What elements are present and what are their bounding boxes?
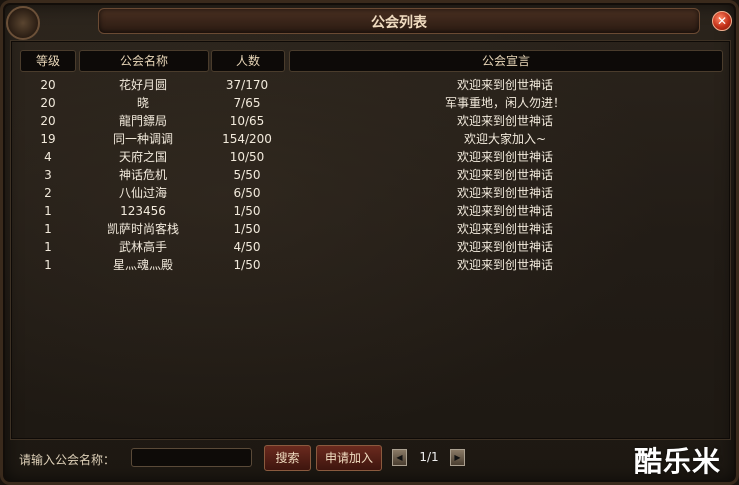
guild-level: 3 xyxy=(44,168,52,182)
guild-declaration: 欢迎大家加入~ xyxy=(463,132,547,146)
guild-declaration: 欢迎来到创世神话 xyxy=(456,222,553,236)
close-icon[interactable]: ✕ xyxy=(712,11,732,31)
search-label: 请输入公会名称： xyxy=(19,453,116,467)
guild-name: 星灬魂灬殿 xyxy=(112,258,173,272)
next-page-icon[interactable]: ▶ xyxy=(450,449,465,466)
guild-name: 武林高手 xyxy=(118,240,167,254)
table-row[interactable]: 20 花好月圆 37/170 欢迎来到创世神话 xyxy=(0,76,739,94)
table-row[interactable]: 2 八仙过海 6/50 欢迎来到创世神话 xyxy=(0,184,739,202)
guild-level: 1 xyxy=(44,240,52,254)
guild-members: 154/200 xyxy=(222,132,272,146)
guild-name: 晓 xyxy=(136,96,149,110)
guild-declaration: 欢迎来到创世神话 xyxy=(456,258,553,272)
guild-declaration: 欢迎来到创世神话 xyxy=(456,186,553,200)
table-row[interactable]: 20 晓 7/65 军事重地，闲人勿进！ xyxy=(0,94,739,112)
guild-level: 20 xyxy=(40,114,56,128)
corner-ornament-left xyxy=(6,6,40,40)
guild-name: 神话危机 xyxy=(118,168,167,182)
guild-members: 4/50 xyxy=(233,240,261,254)
guild-name: 123456 xyxy=(120,204,166,218)
header-members[interactable]: 人数 xyxy=(211,50,285,72)
guild-declaration: 欢迎来到创世神话 xyxy=(456,204,553,218)
guild-members: 1/50 xyxy=(233,204,261,218)
guild-level: 2 xyxy=(44,186,52,200)
guild-members: 6/50 xyxy=(233,186,261,200)
guild-level: 1 xyxy=(44,222,52,236)
guild-level: 19 xyxy=(40,132,56,146)
guild-members: 7/65 xyxy=(233,96,261,110)
apply-join-button[interactable]: 申请加入 xyxy=(316,445,382,471)
guild-level: 20 xyxy=(40,78,56,92)
header-guild-name[interactable]: 公会名称 xyxy=(79,50,209,72)
guild-members: 10/65 xyxy=(229,114,265,128)
window-title: 公会列表 xyxy=(371,15,427,31)
table-row[interactable]: 19 同一种调调 154/200 欢迎大家加入~ xyxy=(0,130,739,148)
page-indicator: 1/1 xyxy=(419,450,439,464)
guild-members: 1/50 xyxy=(233,258,261,272)
guild-name: 八仙过海 xyxy=(118,186,167,200)
guild-members: 10/50 xyxy=(229,150,265,164)
table-row[interactable]: 1 123456 1/50 欢迎来到创世神话 xyxy=(0,202,739,220)
guild-declaration: 欢迎来到创世神话 xyxy=(456,240,553,254)
guild-level: 4 xyxy=(44,150,52,164)
guild-level: 20 xyxy=(40,96,56,110)
table-row[interactable]: 4 天府之国 10/50 欢迎来到创世神话 xyxy=(0,148,739,166)
title-bar: 公会列表 xyxy=(98,8,700,34)
table-row[interactable]: 1 星灬魂灬殿 1/50 欢迎来到创世神话 xyxy=(0,256,739,274)
guild-declaration: 欢迎来到创世神话 xyxy=(456,150,553,164)
table-row[interactable]: 20 龍門鏢局 10/65 欢迎来到创世神话 xyxy=(0,112,739,130)
prev-page-icon[interactable]: ◀ xyxy=(392,449,407,466)
guild-declaration: 欢迎来到创世神话 xyxy=(456,78,553,92)
guild-name: 凯萨时尚客栈 xyxy=(106,222,179,236)
table-row[interactable]: 1 凯萨时尚客栈 1/50 欢迎来到创世神话 xyxy=(0,220,739,238)
guild-name: 花好月圆 xyxy=(118,78,167,92)
guild-declaration: 欢迎来到创世神话 xyxy=(456,168,553,182)
guild-name: 天府之国 xyxy=(118,150,167,164)
guild-declaration: 军事重地，闲人勿进！ xyxy=(444,96,565,110)
guild-name: 同一种调调 xyxy=(112,132,173,146)
guild-declaration: 欢迎来到创世神话 xyxy=(456,114,553,128)
table-row[interactable]: 3 神话危机 5/50 欢迎来到创世神话 xyxy=(0,166,739,184)
guild-members: 5/50 xyxy=(233,168,261,182)
table-row[interactable]: 1 武林高手 4/50 欢迎来到创世神话 xyxy=(0,238,739,256)
header-declaration[interactable]: 公会宣言 xyxy=(289,50,723,72)
guild-members: 37/170 xyxy=(225,78,269,92)
header-level[interactable]: 等级 xyxy=(20,50,76,72)
guild-level: 1 xyxy=(44,204,52,218)
guild-name-search-input[interactable] xyxy=(131,448,252,467)
guild-name: 龍門鏢局 xyxy=(118,114,167,128)
watermark-logo: 酷乐米 xyxy=(634,445,722,478)
search-button[interactable]: 搜索 xyxy=(264,445,311,471)
guild-members: 1/50 xyxy=(233,222,261,236)
guild-level: 1 xyxy=(44,258,52,272)
